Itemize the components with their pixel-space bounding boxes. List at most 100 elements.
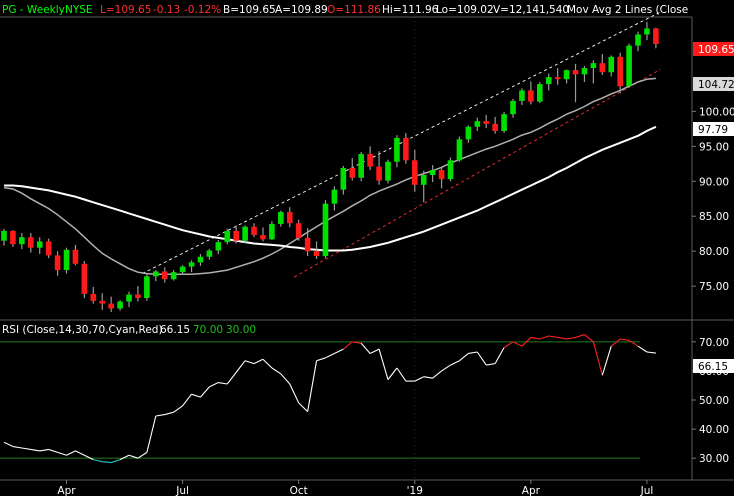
rsi-segment — [342, 341, 353, 350]
rsi-segment — [3, 441, 14, 448]
candle-body — [572, 70, 579, 75]
candle-body — [170, 272, 177, 280]
header-ask: A=109.89 — [275, 4, 328, 16]
candle-body — [465, 126, 472, 140]
rsi-segment — [146, 415, 157, 453]
rsi-segment — [200, 386, 210, 398]
candle-body — [286, 212, 293, 224]
candle-body — [251, 226, 257, 236]
rsi-segment — [423, 376, 433, 379]
rsi-segment — [476, 351, 487, 366]
rsi-current-value: 66.15 — [160, 324, 190, 336]
rsi-segment — [557, 336, 567, 340]
rsi-segment — [218, 382, 228, 385]
rsi-segment — [57, 451, 67, 456]
candle-body — [215, 242, 222, 251]
candle-body — [72, 249, 79, 264]
rsi-segment — [575, 334, 585, 338]
candle-body — [492, 123, 498, 131]
header-change: -0.13 — [153, 4, 180, 16]
rsi-segment — [539, 335, 549, 340]
candle-body — [278, 212, 284, 224]
candle-body — [161, 271, 168, 280]
rsi-value-badge-text: 66.15 — [698, 361, 728, 373]
rsi-segment — [155, 414, 165, 417]
candle-body — [403, 137, 409, 161]
rsi-segment — [378, 348, 389, 380]
stock-chart: 75.00 80.00 85.00 90.00 95.00 100.00 30.00 40.… — [0, 4, 734, 496]
rsi-segment — [396, 367, 407, 382]
price-tick-label: 75.00 — [699, 281, 729, 293]
candle-body — [644, 28, 650, 35]
rsi-tick-label: 70.00 — [699, 337, 729, 349]
rsi-segment — [110, 459, 121, 464]
candle-body — [385, 161, 391, 181]
candle-body — [590, 63, 597, 69]
x-tick-label: Jul — [640, 485, 654, 496]
candle-body — [126, 294, 132, 302]
rsi-segment — [12, 446, 22, 449]
rsi-segment — [119, 454, 130, 461]
candle-body — [358, 154, 364, 178]
rsi-segment — [289, 383, 300, 404]
candle-body — [519, 90, 525, 101]
candle-body — [429, 170, 436, 175]
candle-body — [599, 63, 606, 73]
rsi-upper-level: 70.00 — [193, 324, 223, 336]
rsi-segment — [75, 450, 85, 456]
rsi-segment — [66, 450, 76, 456]
rsi-segment — [316, 357, 326, 362]
rsi-segment — [235, 360, 246, 373]
rsi-segment — [226, 372, 237, 385]
time-x-axis: Apr Jul Oct '19 Apr Jul — [57, 480, 653, 496]
rsi-segment — [512, 341, 523, 347]
price-tick-label: 85.00 — [699, 211, 729, 223]
rsi-segment — [646, 351, 656, 354]
rsi-segment — [209, 382, 219, 388]
rsi-value-badge: 66.15 — [693, 359, 734, 373]
candle-body — [411, 160, 418, 185]
candle-body — [153, 271, 159, 277]
header-bid: B=109.65 — [223, 4, 276, 16]
rsi-segment — [432, 370, 442, 379]
header-indicator: Mov Avg 2 Lines (Close — [567, 4, 688, 16]
header-last: L=109.65 — [100, 4, 151, 16]
candle-body — [304, 237, 311, 252]
candle-body — [483, 121, 490, 124]
candle-body — [545, 77, 552, 85]
rsi-segment — [173, 405, 183, 413]
candle-body — [54, 255, 61, 271]
x-tick-label: Oct — [290, 485, 308, 496]
rsi-segment — [253, 358, 264, 365]
rsi-segment — [21, 447, 31, 450]
candle-body — [90, 293, 97, 301]
ma-long-badge-text: 97.79 — [698, 124, 728, 136]
candle-body — [322, 203, 329, 257]
candle-body — [224, 230, 231, 243]
candle-body — [27, 237, 34, 248]
rsi-segment — [30, 448, 40, 452]
header-open: O=111.86 — [327, 4, 381, 16]
price-panel — [0, 11, 692, 480]
candle-body — [99, 300, 106, 304]
candle-body — [581, 68, 588, 75]
candle-body — [528, 90, 534, 102]
price-tick-label: 100.00 — [699, 106, 734, 118]
candle-body — [653, 28, 659, 44]
candle-body — [394, 137, 400, 162]
candle-body — [313, 251, 320, 257]
rsi-segment — [93, 459, 103, 463]
ma-long-badge: 97.79 — [693, 122, 734, 136]
last-price-badge-text: 109.65 — [698, 44, 734, 56]
rsi-tick-label: 50.00 — [699, 395, 729, 407]
header-change-pct: -0.12% — [184, 4, 221, 16]
candle-body — [340, 168, 347, 190]
ma-short-badge: 104.72 — [693, 77, 734, 91]
candle-body — [188, 262, 195, 267]
candle-body — [135, 294, 141, 299]
rsi-segment — [494, 347, 505, 364]
rsi-segment — [271, 367, 282, 375]
rsi-segment — [566, 336, 576, 340]
rsi-segment — [164, 411, 174, 416]
rsi-segment — [592, 341, 603, 376]
